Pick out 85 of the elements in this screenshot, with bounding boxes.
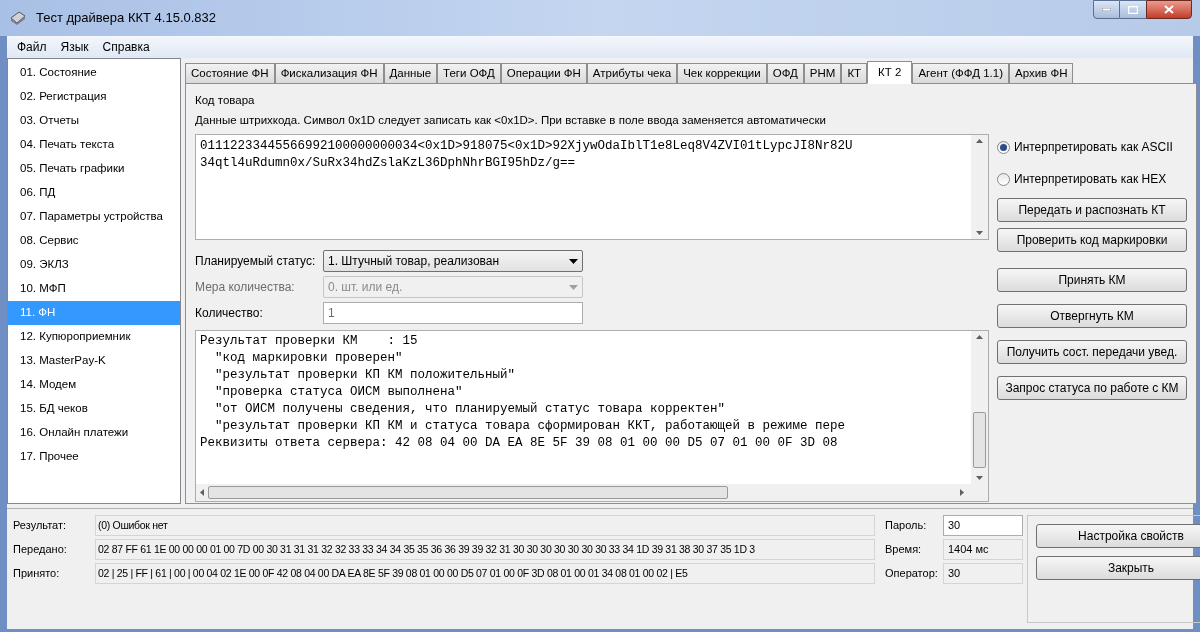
sidebar-item[interactable]: 02. Регистрация <box>8 85 180 109</box>
sidebar-item[interactable]: 07. Параметры устройства <box>8 205 180 229</box>
radio-label: Интерпретировать как HEX <box>1014 171 1167 188</box>
status-label: Результат: <box>13 518 68 534</box>
status-value: 1404 мс <box>943 539 1023 560</box>
sidebar-item[interactable]: 13. MasterPay-K <box>8 349 180 373</box>
action-button[interactable]: Запрос статуса по работе с КМ <box>997 376 1187 400</box>
result-line: "результат проверки КП КМ и статуса товара сформирован ККТ, работающей в режиме пере <box>214 418 846 435</box>
window-title: Тест драйвера ККТ 4.15.0.832 <box>36 9 217 28</box>
vertical-scrollbar[interactable] <box>971 135 988 239</box>
close-icon <box>1164 5 1174 14</box>
dropdown-arrow-icon <box>569 258 578 264</box>
scroll-up-icon <box>976 335 983 339</box>
status-value: 02 87 FF 61 1E 00 00 00 01 00 7D 00 30 31 31 31 32 32 33 33 34 34 35 35 36 36 39 39 32 31 30 30 30 30 30 30 30 33 34 1D 39 31 38 30 37 35 1D 3 <box>95 539 875 560</box>
dialog-button[interactable]: Закрыть <box>1036 556 1200 580</box>
status-label: Передано: <box>13 542 68 558</box>
minimize-button[interactable] <box>1093 0 1120 19</box>
sidebar-item[interactable]: 01. Состояние <box>8 61 180 85</box>
barcode-text: 01112233445566992100000000034<0x1D>918075<0x1D>92XjywOdaIblT1e8Leq8V4ZVI01tLypcJI8Nr82U <box>200 138 854 155</box>
status-label: Пароль: <box>885 518 928 534</box>
result-line: "код маркировки проверен" <box>214 350 403 367</box>
sidebar-item[interactable]: 16. Онлайн платежи <box>8 421 180 445</box>
sidebar-item[interactable]: 08. Сервис <box>8 229 180 253</box>
sidebar-item[interactable]: 15. БД чеков <box>8 397 180 421</box>
horizontal-scrollbar[interactable] <box>196 484 988 501</box>
radio-button[interactable] <box>997 140 1010 154</box>
menu-item[interactable]: Файл <box>17 38 47 56</box>
minimize-icon <box>1102 8 1111 11</box>
action-button[interactable]: Получить сост. передачи увед. <box>997 340 1187 364</box>
dialog-button[interactable]: Настройка свойств <box>1036 524 1200 548</box>
tab[interactable]: Чек коррекции <box>677 63 767 84</box>
result-line: "результат проверки КП КМ положительный" <box>214 367 516 384</box>
maximize-button[interactable] <box>1120 0 1146 19</box>
scroll-up-icon <box>976 139 983 143</box>
scroll-right-icon <box>960 489 964 496</box>
tab[interactable]: Теги ОФД <box>437 63 501 84</box>
scroll-down-icon <box>976 231 983 235</box>
status-label: Принято: <box>13 566 61 582</box>
status-label: Оператор: <box>885 566 939 582</box>
status-dropdown[interactable]: 1. Штучный товар, реализован <box>323 250 583 272</box>
hint-text: Данные штрихкода. Символ 0x1D следует записать как <0x1D>. При вставке в поле ввода заменяется автоматически <box>195 113 827 128</box>
action-button[interactable]: Передать и распознать КТ <box>997 198 1187 222</box>
password-field[interactable]: 30 <box>943 515 1023 536</box>
tab[interactable]: КТ 2 <box>867 61 913 84</box>
maximize-icon <box>1128 5 1138 14</box>
tab[interactable]: Состояние ФН <box>185 63 275 84</box>
scroll-left-icon <box>200 489 204 496</box>
result-line: "проверка статуса ОИСМ выполнена" <box>214 384 463 401</box>
status-value: (0) Ошибок нет <box>95 515 875 536</box>
sidebar-item[interactable]: 06. ПД <box>8 181 180 205</box>
sidebar-item[interactable]: 09. ЭКЛЗ <box>8 253 180 277</box>
radio-button[interactable] <box>997 172 1010 186</box>
sidebar-item[interactable]: 04. Печать текста <box>8 133 180 157</box>
sidebar-item[interactable]: 14. Модем <box>8 373 180 397</box>
barcode-input[interactable]: 01112233445566992100000000034<0x1D>918075<0x1D>92XjywOdaIblT1e8Leq8V4ZVI01tLypcJI8Nr82U 34qtl4uRdumn0x/SuRx34hdZslaKzL36DphNhrBGI95hDz/g== <box>195 134 989 240</box>
quantity-field[interactable]: 1 <box>323 302 583 324</box>
close-button[interactable] <box>1146 0 1192 19</box>
vertical-scrollbar[interactable] <box>971 331 988 484</box>
action-button[interactable]: Принять КМ <box>997 268 1187 292</box>
result-line: Результат проверки КМ : 15 <box>200 333 418 350</box>
radio-label: Интерпретировать как ASCII <box>1014 139 1173 156</box>
sidebar-item[interactable]: 03. Отчеты <box>8 109 180 133</box>
barcode-text: 34qtl4uRdumn0x/SuRx34hdZslaKzL36DphNhrBGI95hDz/g== <box>200 155 577 172</box>
menu-item[interactable]: Справка <box>102 38 150 56</box>
result-line: "от ОИСМ получены сведения, что планируемый статус товара корректен" <box>214 401 726 418</box>
field-label: Мера количества: <box>195 279 296 296</box>
field-label: Планируемый статус: <box>195 253 317 270</box>
action-button[interactable]: Отвергнуть КМ <box>997 304 1187 328</box>
dropdown-arrow-icon <box>569 284 578 290</box>
sidebar-item[interactable]: 12. Купюроприемник <box>8 325 180 349</box>
tab[interactable]: Архив ФН <box>1009 63 1074 84</box>
section-heading: Код товара <box>195 93 256 108</box>
status-value: 30 <box>943 563 1023 584</box>
sidebar-item[interactable]: 10. МФП <box>8 277 180 301</box>
sidebar-item[interactable]: 17. Прочее <box>8 445 180 469</box>
menu-item[interactable]: Язык <box>60 38 89 56</box>
action-button[interactable]: Проверить код маркировки <box>997 228 1187 252</box>
status-label: Время: <box>885 542 923 558</box>
tab[interactable]: Агент (ФФД 1.1) <box>912 63 1009 84</box>
field-label: Количество: <box>195 305 264 322</box>
status-value: 02 | 25 | FF | 61 | 00 | 00 04 02 1E 00 0F 42 08 04 00 DA EA 8E 5F 39 08 01 00 00 D5 07 01 00 0F 3D 08 01 00 01 34 08 01 00 02 | E5 <box>95 563 875 584</box>
sidebar-item[interactable]: 05. Печать графики <box>8 157 180 181</box>
result-line: Реквизиты ответа сервера: 42 08 04 00 DA EA 8E 5F 39 08 01 00 00 D5 07 01 00 0F 3D 08 <box>200 435 838 452</box>
scroll-down-icon <box>976 476 983 480</box>
tab[interactable]: КТ <box>841 63 868 84</box>
